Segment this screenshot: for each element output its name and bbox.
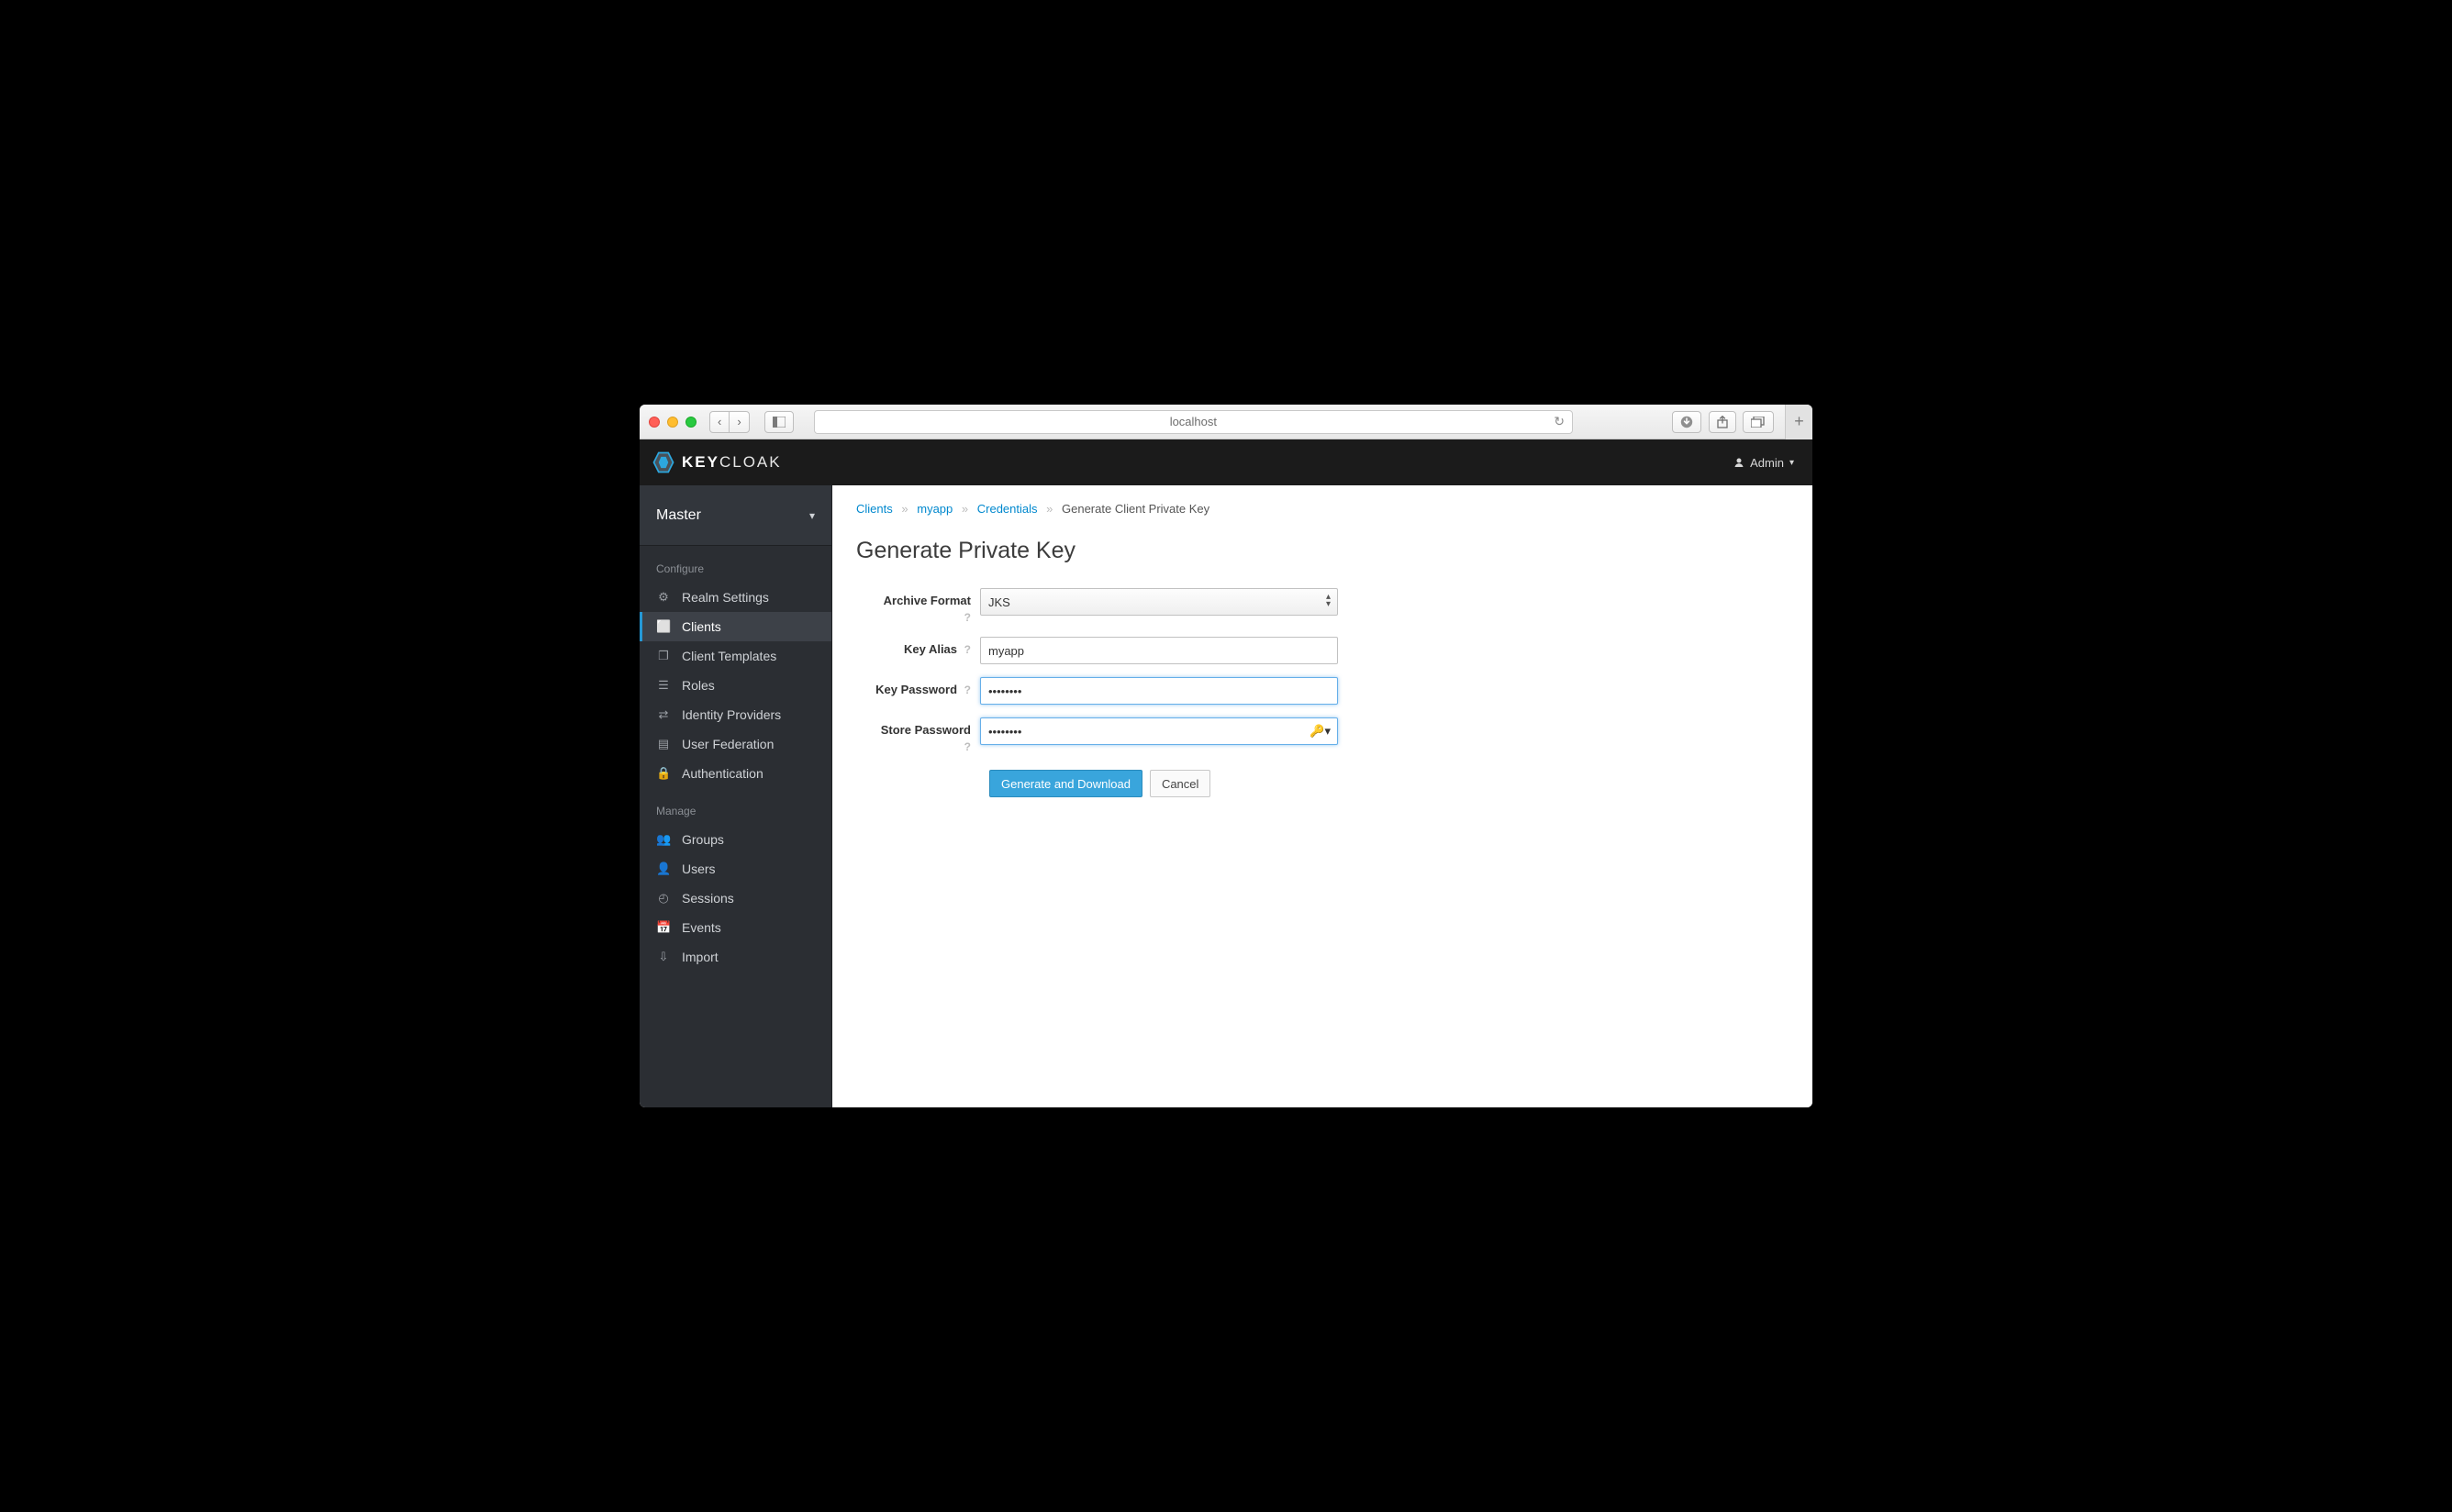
app-body: Master ▾ Configure ⚙ Realm Settings ⬜ Cl…	[640, 485, 1812, 1107]
row-key-password: Key Password ?	[856, 677, 1789, 705]
nav-buttons: ‹ ›	[709, 411, 750, 433]
help-icon[interactable]: ?	[964, 643, 971, 656]
user-menu[interactable]: Admin ▾	[1733, 456, 1794, 470]
row-key-alias: Key Alias ?	[856, 637, 1789, 664]
sidebar-item-label: Sessions	[682, 891, 734, 906]
chevron-down-icon: ▾	[809, 509, 815, 522]
label-archive-format: Archive Format	[884, 594, 971, 607]
tabs-button[interactable]	[1743, 411, 1774, 433]
sliders-icon: ⚙	[656, 590, 671, 605]
cubes-icon: ❐	[656, 649, 671, 663]
form-actions: Generate and Download Cancel	[989, 770, 1789, 797]
sidebar-item-user-federation[interactable]: ▤ User Federation	[640, 729, 831, 759]
sidebar-item-users[interactable]: 👤 Users	[640, 854, 831, 884]
help-icon[interactable]: ?	[964, 684, 971, 696]
store-password-input[interactable]	[980, 717, 1338, 745]
sidebar-item-label: Client Templates	[682, 649, 776, 663]
sidebar-toggle-button[interactable]	[764, 411, 794, 433]
sidebar-item-import[interactable]: ⇩ Import	[640, 942, 831, 972]
breadcrumb-sep: »	[901, 502, 908, 516]
list-icon: ☰	[656, 678, 671, 693]
sidebar-item-label: Identity Providers	[682, 707, 781, 722]
breadcrumb-link-credentials[interactable]: Credentials	[977, 502, 1038, 516]
sidebar-item-label: Import	[682, 950, 719, 964]
downloads-button[interactable]	[1672, 411, 1701, 433]
back-button[interactable]: ‹	[709, 411, 730, 433]
browser-toolbar: ‹ › localhost ↻ +	[640, 405, 1812, 439]
breadcrumb-current: Generate Client Private Key	[1062, 502, 1209, 516]
sidebar-item-sessions[interactable]: ◴ Sessions	[640, 884, 831, 913]
sidebar-item-label: Authentication	[682, 766, 763, 781]
label-store-password: Store Password	[881, 723, 971, 737]
url-text: localhost	[1170, 415, 1217, 428]
brand-text: KEYCLOAK	[682, 453, 782, 472]
window-close-button[interactable]	[649, 417, 660, 428]
user-icon: 👤	[656, 862, 671, 876]
lock-icon: 🔒	[656, 766, 671, 781]
app-viewport: KEYCLOAK Admin ▾ Master ▾ Configure ⚙ Re…	[640, 439, 1812, 1107]
key-password-input[interactable]	[980, 677, 1338, 705]
sidebar-item-label: Events	[682, 920, 721, 935]
sidebar-item-authentication[interactable]: 🔒 Authentication	[640, 759, 831, 788]
sidebar-item-label: Roles	[682, 678, 715, 693]
cancel-button[interactable]: Cancel	[1150, 770, 1210, 797]
breadcrumb: Clients » myapp » Credentials » Generate…	[856, 502, 1789, 516]
import-icon: ⇩	[656, 950, 671, 964]
sidebar-item-label: Realm Settings	[682, 590, 769, 605]
help-icon[interactable]: ?	[856, 740, 971, 753]
key-alias-input[interactable]	[980, 637, 1338, 664]
sidebar-item-identity-providers[interactable]: ⇄ Identity Providers	[640, 700, 831, 729]
share-button[interactable]	[1709, 411, 1736, 433]
clock-icon: ◴	[656, 891, 671, 906]
chevron-down-icon: ▾	[1789, 458, 1794, 468]
traffic-lights	[649, 417, 697, 428]
cube-icon: ⬜	[656, 619, 671, 634]
sidebar-item-roles[interactable]: ☰ Roles	[640, 671, 831, 700]
users-icon: 👥	[656, 832, 671, 847]
row-store-password: Store Password ? 🔑▾	[856, 717, 1789, 753]
breadcrumb-sep: »	[1046, 502, 1053, 516]
realm-name: Master	[656, 507, 701, 524]
toolbar-right	[1672, 411, 1774, 433]
sidebar-item-label: Clients	[682, 619, 721, 634]
sidebar-item-realm-settings[interactable]: ⚙ Realm Settings	[640, 583, 831, 612]
label-key-password: Key Password	[875, 683, 957, 696]
sidebar-item-groups[interactable]: 👥 Groups	[640, 825, 831, 854]
reload-icon[interactable]: ↻	[1554, 414, 1565, 429]
sidebar-item-label: User Federation	[682, 737, 774, 751]
user-icon	[1733, 457, 1744, 468]
sidebar-item-client-templates[interactable]: ❐ Client Templates	[640, 641, 831, 671]
page-title: Generate Private Key	[856, 538, 1789, 564]
sidebar-heading-configure: Configure	[640, 546, 831, 583]
brand-logo[interactable]: KEYCLOAK	[651, 450, 782, 475]
realm-selector[interactable]: Master ▾	[640, 485, 831, 546]
breadcrumb-link-myapp[interactable]: myapp	[917, 502, 953, 516]
sidebar-item-events[interactable]: 📅 Events	[640, 913, 831, 942]
keycloak-logo-icon	[651, 450, 676, 475]
window-zoom-button[interactable]	[685, 417, 697, 428]
help-icon[interactable]: ?	[856, 611, 971, 624]
database-icon: ▤	[656, 737, 671, 751]
new-tab-button[interactable]: +	[1785, 405, 1812, 439]
generate-download-button[interactable]: Generate and Download	[989, 770, 1142, 797]
archive-format-select[interactable]: JKS	[980, 588, 1338, 616]
app-header: KEYCLOAK Admin ▾	[640, 439, 1812, 485]
window-minimize-button[interactable]	[667, 417, 678, 428]
url-bar[interactable]: localhost ↻	[814, 410, 1573, 434]
sidebar: Master ▾ Configure ⚙ Realm Settings ⬜ Cl…	[640, 485, 832, 1107]
content: Clients » myapp » Credentials » Generate…	[832, 485, 1812, 1107]
sidebar-heading-manage: Manage	[640, 788, 831, 825]
row-archive-format: Archive Format ? JKS ▴▾	[856, 588, 1789, 624]
browser-window: ‹ › localhost ↻ +	[640, 405, 1812, 1107]
breadcrumb-sep: »	[962, 502, 968, 516]
sidebar-item-label: Groups	[682, 832, 724, 847]
user-label: Admin	[1750, 456, 1784, 470]
exchange-icon: ⇄	[656, 707, 671, 722]
sidebar-item-clients[interactable]: ⬜ Clients	[640, 612, 831, 641]
breadcrumb-link-clients[interactable]: Clients	[856, 502, 893, 516]
forward-button[interactable]: ›	[729, 411, 749, 433]
calendar-icon: 📅	[656, 920, 671, 935]
sidebar-item-label: Users	[682, 862, 716, 876]
label-key-alias: Key Alias	[904, 642, 957, 656]
